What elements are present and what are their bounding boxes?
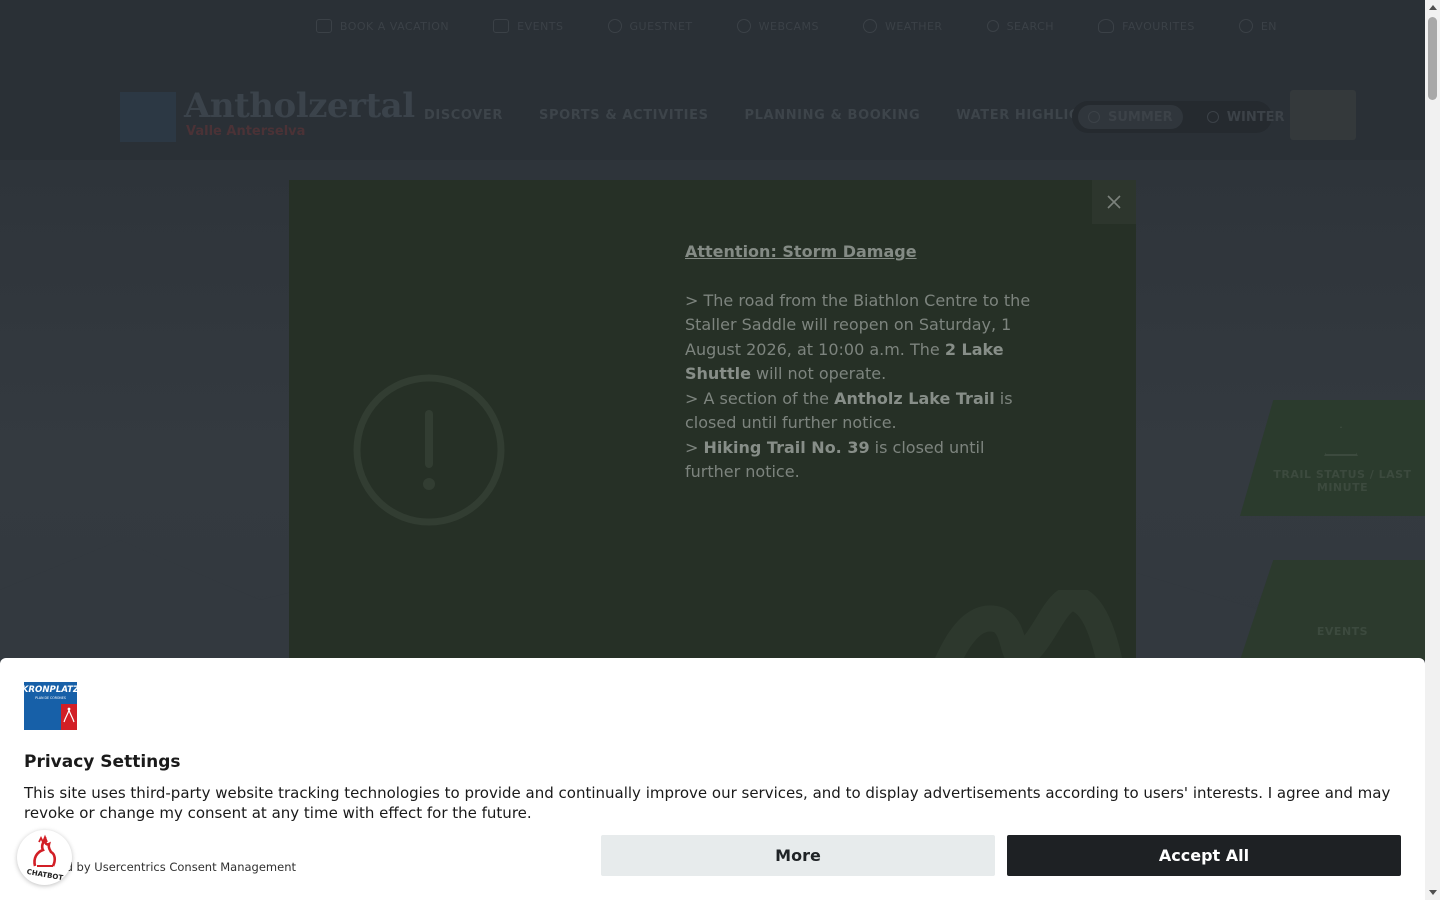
kronplatz-logo-dim[interactable] (120, 92, 176, 142)
svg-text:KRONPLATZ: KRONPLATZ (24, 685, 77, 695)
scroll-down-arrow-icon[interactable] (1425, 885, 1440, 900)
close-icon (1107, 195, 1121, 209)
decorative-wave (934, 590, 1123, 660)
sun-icon (1088, 111, 1100, 123)
modal-content: Attention: Storm Damage > The road from … (685, 240, 1035, 485)
search-icon (986, 20, 999, 32)
svg-text:PLAN DE CORONES: PLAN DE CORONES (35, 696, 66, 700)
accept-all-button[interactable]: Accept All (1007, 835, 1401, 876)
privacy-description: This site uses third-party website track… (24, 784, 1391, 822)
site-logo-subtitle: Valle Anterselva (186, 124, 306, 139)
chatbot-button[interactable]: CHATBOT (17, 830, 72, 885)
warning-triangle-icon (1324, 426, 1358, 456)
calendar-icon (315, 19, 332, 33)
topbar-weather[interactable]: WEATHER (862, 19, 943, 33)
info-icon (607, 19, 622, 33)
topbar-events[interactable]: EVENTS (493, 19, 563, 33)
modal-title[interactable]: Attention: Storm Damage (685, 240, 1035, 265)
storm-damage-modal: Attention: Storm Damage > The road from … (289, 180, 1136, 660)
topbar-webcams[interactable]: WEBCAMS (736, 19, 819, 33)
modal-close-button[interactable] (1092, 180, 1136, 224)
topbar-favourites[interactable]: FAVOURITES (1098, 19, 1195, 33)
season-toggle: SUMMER WINTER (1072, 101, 1285, 133)
more-button[interactable]: More (601, 835, 995, 876)
notice-hiking-trail: > Hiking Trail No. 39 is closed until fu… (685, 437, 985, 482)
page-scrollbar[interactable] (1425, 0, 1440, 900)
privacy-title: Privacy Settings (24, 752, 181, 772)
topbar-book-vacation[interactable]: BOOK A VACATION (315, 19, 449, 33)
weather-icon (862, 19, 877, 33)
nav-sports-activities[interactable]: SPORTS & ACTIVITIES (539, 108, 709, 123)
exclamation-circle-icon (353, 374, 505, 526)
topbar-language[interactable]: EN (1238, 19, 1277, 33)
season-summer-button[interactable]: SUMMER (1078, 105, 1183, 129)
season-winter-button[interactable]: WINTER (1197, 105, 1295, 129)
chatbot-rooster-icon: CHATBOT (26, 834, 64, 882)
nav-planning-booking[interactable]: PLANNING & BOOKING (745, 108, 921, 123)
top-utility-bar: BOOK A VACATION EVENTS GUESTNET WEBCAMS … (0, 0, 1425, 52)
megaphone-icon (493, 19, 510, 33)
shop-badge[interactable] (1290, 90, 1356, 140)
main-navigation: DISCOVER SPORTS & ACTIVITIES PLANNING & … (424, 108, 1111, 123)
globe-icon (1238, 19, 1253, 33)
webcam-icon (736, 19, 751, 33)
privacy-consent-banner: KRONPLATZ PLAN DE CORONES Privacy Settin… (0, 658, 1425, 900)
topbar-guestnet[interactable]: GUESTNET (607, 19, 693, 33)
scrollbar-thumb[interactable] (1428, 17, 1437, 100)
nav-discover[interactable]: DISCOVER (424, 108, 503, 123)
heart-icon (1098, 19, 1115, 33)
kronplatz-logo: KRONPLATZ PLAN DE CORONES (24, 682, 77, 730)
topbar-search[interactable]: SEARCH (986, 20, 1055, 33)
notice-road: > The road from the Biathlon Centre to t… (685, 290, 1031, 384)
site-logo-text[interactable]: Antholzertal (184, 86, 415, 126)
notice-lake-trail: > A section of the Antholz Lake Trail is… (685, 388, 1013, 433)
svg-text:CHATBOT: CHATBOT (26, 868, 64, 882)
scroll-up-arrow-icon[interactable] (1425, 0, 1440, 15)
snowflake-icon (1206, 111, 1219, 123)
